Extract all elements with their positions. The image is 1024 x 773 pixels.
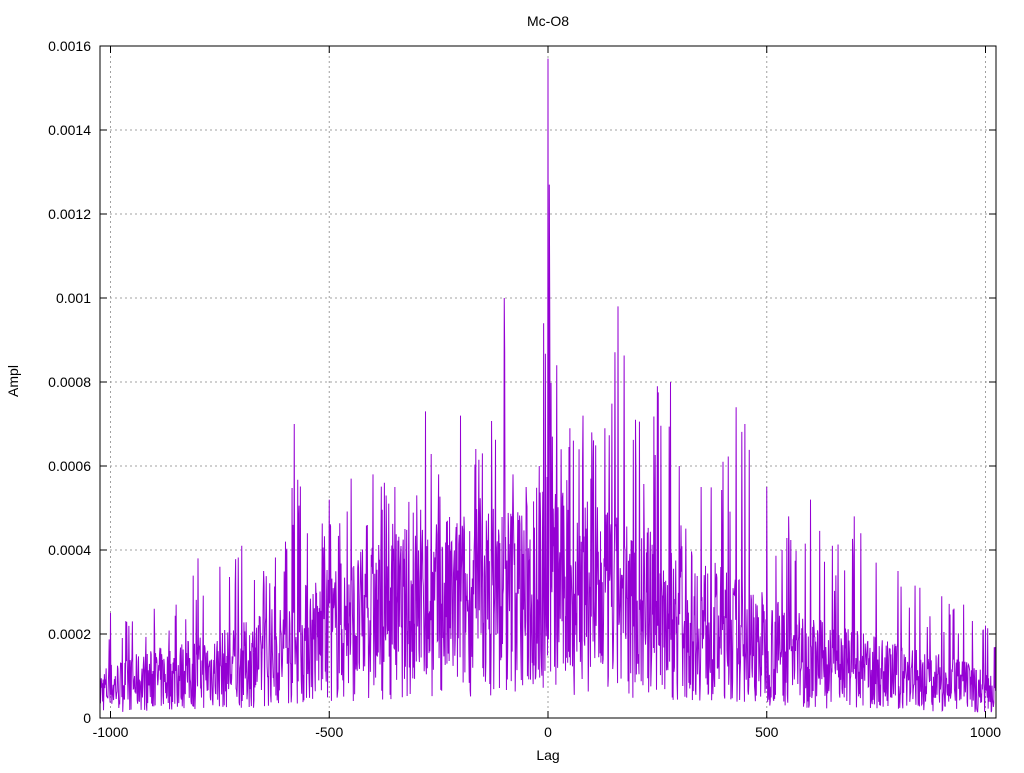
y-tick-label: 0.0002 [48, 626, 91, 642]
series-line [99, 58, 997, 713]
y-tick-label: 0.0004 [48, 542, 91, 558]
y-tick-label: 0.0014 [48, 122, 91, 138]
y-axis-label: Ampl [5, 365, 21, 397]
x-tick-label: 500 [755, 724, 779, 740]
y-tick-label: 0.001 [56, 290, 91, 306]
series-group [99, 58, 997, 713]
x-tick-label: 1000 [970, 724, 1001, 740]
y-tick-label: 0.0016 [48, 38, 91, 54]
y-tick-label: 0.0006 [48, 458, 91, 474]
chart-container: Mc-O8 Lag Ampl 0 0.0002 0.0004 0.0006 0.0008… [0, 0, 1024, 768]
line-chart: Mc-O8 Lag Ampl 0 0.0002 0.0004 0.0006 0.0008… [5, 13, 1001, 763]
chart-title: Mc-O8 [527, 13, 569, 29]
x-tick-label: -1000 [93, 724, 129, 740]
y-tick-label: 0 [83, 710, 91, 726]
x-axis-label: Lag [536, 747, 559, 763]
x-tick-label: -500 [315, 724, 343, 740]
y-tick-label: 0.0012 [48, 206, 91, 222]
y-tick-label: 0.0008 [48, 374, 91, 390]
x-tick-label: 0 [544, 724, 552, 740]
